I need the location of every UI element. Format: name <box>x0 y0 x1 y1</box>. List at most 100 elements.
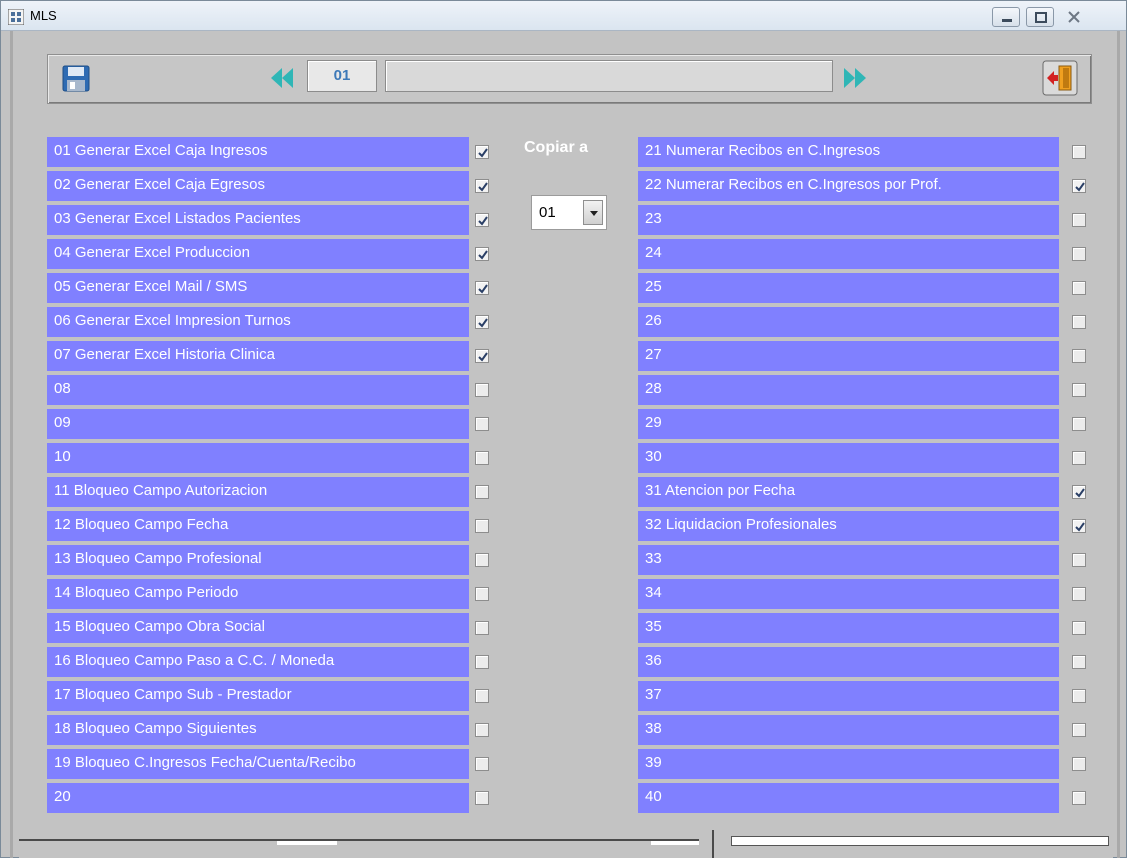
option-checkbox[interactable] <box>475 587 489 601</box>
title-bar[interactable]: MLS <box>1 1 1126 31</box>
frame-left-edge <box>10 31 13 858</box>
option-checkbox[interactable] <box>475 383 489 397</box>
main-window: MLS 01 01 Generar Excel Caja Ingresos 02… <box>0 0 1127 858</box>
option-checkbox[interactable] <box>1072 689 1086 703</box>
option-row: 37 <box>638 681 1059 711</box>
option-row: 34 <box>638 579 1059 609</box>
option-checkbox[interactable] <box>1072 315 1086 329</box>
copy-to-selected-value: 01 <box>539 204 556 221</box>
option-checkbox[interactable] <box>1072 281 1086 295</box>
option-checkbox[interactable] <box>475 315 489 329</box>
option-row: 40 <box>638 783 1059 813</box>
option-row: 27 <box>638 341 1059 371</box>
option-checkbox[interactable] <box>1072 145 1086 159</box>
option-checkbox[interactable] <box>475 689 489 703</box>
option-checkbox[interactable] <box>475 349 489 363</box>
maximize-button[interactable] <box>1026 7 1054 27</box>
option-checkbox[interactable] <box>1072 621 1086 635</box>
next-record-button[interactable] <box>839 65 873 91</box>
record-toolbar: 01 <box>47 54 1092 104</box>
copy-to-select[interactable]: 01 <box>531 195 607 230</box>
option-checkbox[interactable] <box>1072 587 1086 601</box>
maximize-icon <box>1035 12 1047 23</box>
option-row: 03 Generar Excel Listados Pacientes <box>47 205 469 235</box>
option-checkbox[interactable] <box>1072 791 1086 805</box>
save-button[interactable] <box>61 63 91 93</box>
option-checkbox[interactable] <box>475 553 489 567</box>
option-checkbox[interactable] <box>1072 349 1086 363</box>
option-checkbox[interactable] <box>1072 383 1086 397</box>
option-row: 24 <box>638 239 1059 269</box>
option-row: 10 <box>47 443 469 473</box>
option-row: 05 Generar Excel Mail / SMS <box>47 273 469 303</box>
status-strip <box>19 830 1113 858</box>
close-icon <box>1068 11 1080 23</box>
dropdown-button[interactable] <box>583 200 603 225</box>
previous-record-button[interactable] <box>266 65 296 91</box>
option-checkbox[interactable] <box>475 519 489 533</box>
option-checkbox[interactable] <box>475 247 489 261</box>
app-grid-icon <box>7 8 25 26</box>
option-row: 07 Generar Excel Historia Clinica <box>47 341 469 371</box>
option-checkbox[interactable] <box>475 655 489 669</box>
option-checkbox[interactable] <box>1072 553 1086 567</box>
status-segment <box>277 841 337 845</box>
option-checkbox[interactable] <box>1072 519 1086 533</box>
option-row: 35 <box>638 613 1059 643</box>
option-checkbox[interactable] <box>475 417 489 431</box>
option-row: 23 <box>638 205 1059 235</box>
option-row: 04 Generar Excel Produccion <box>47 239 469 269</box>
option-checkbox[interactable] <box>475 145 489 159</box>
option-checkbox[interactable] <box>1072 655 1086 669</box>
option-checkbox[interactable] <box>475 213 489 227</box>
option-checkbox[interactable] <box>1072 213 1086 227</box>
option-row: 26 <box>638 307 1059 337</box>
option-row: 08 <box>47 375 469 405</box>
option-row: 13 Bloqueo Campo Profesional <box>47 545 469 575</box>
option-row: 29 <box>638 409 1059 439</box>
option-checkbox[interactable] <box>1072 723 1086 737</box>
option-checkbox[interactable] <box>475 179 489 193</box>
option-checkbox[interactable] <box>475 485 489 499</box>
exit-button[interactable] <box>1042 60 1078 96</box>
status-divider <box>19 839 699 841</box>
option-checkbox[interactable] <box>475 757 489 771</box>
minimize-icon <box>1002 19 1012 22</box>
record-description-field[interactable] <box>385 60 833 92</box>
option-checkbox[interactable] <box>1072 757 1086 771</box>
option-row: 21 Numerar Recibos en C.Ingresos <box>638 137 1059 167</box>
option-checkbox[interactable] <box>475 451 489 465</box>
status-divider <box>712 830 714 858</box>
checkmark-icon <box>478 148 488 158</box>
option-row: 25 <box>638 273 1059 303</box>
minimize-button[interactable] <box>992 7 1020 27</box>
close-button[interactable] <box>1060 7 1088 27</box>
option-row: 32 Liquidacion Profesionales <box>638 511 1059 541</box>
save-icon <box>62 65 90 92</box>
checkmark-icon <box>478 318 488 328</box>
option-row: 17 Bloqueo Campo Sub - Prestador <box>47 681 469 711</box>
option-checkbox[interactable] <box>1072 417 1086 431</box>
option-checkbox[interactable] <box>475 791 489 805</box>
option-row: 15 Bloqueo Campo Obra Social <box>47 613 469 643</box>
checkmark-icon <box>478 284 488 294</box>
option-row: 20 <box>47 783 469 813</box>
option-checkbox[interactable] <box>1072 247 1086 261</box>
option-row: 22 Numerar Recibos en C.Ingresos por Pro… <box>638 171 1059 201</box>
option-checkbox[interactable] <box>1072 485 1086 499</box>
record-number-field[interactable]: 01 <box>307 60 377 92</box>
option-checkbox[interactable] <box>475 281 489 295</box>
option-row: 09 <box>47 409 469 439</box>
option-row: 28 <box>638 375 1059 405</box>
option-checkbox[interactable] <box>475 723 489 737</box>
option-checkbox[interactable] <box>475 621 489 635</box>
checkmark-icon <box>1075 182 1085 192</box>
checkmark-icon <box>478 352 488 362</box>
option-row: 06 Generar Excel Impresion Turnos <box>47 307 469 337</box>
option-checkbox[interactable] <box>1072 179 1086 193</box>
option-checkbox[interactable] <box>1072 451 1086 465</box>
status-progress-area <box>731 836 1109 846</box>
checkmark-icon <box>1075 522 1085 532</box>
checkmark-icon <box>1075 488 1085 498</box>
checkmark-icon <box>478 250 488 260</box>
